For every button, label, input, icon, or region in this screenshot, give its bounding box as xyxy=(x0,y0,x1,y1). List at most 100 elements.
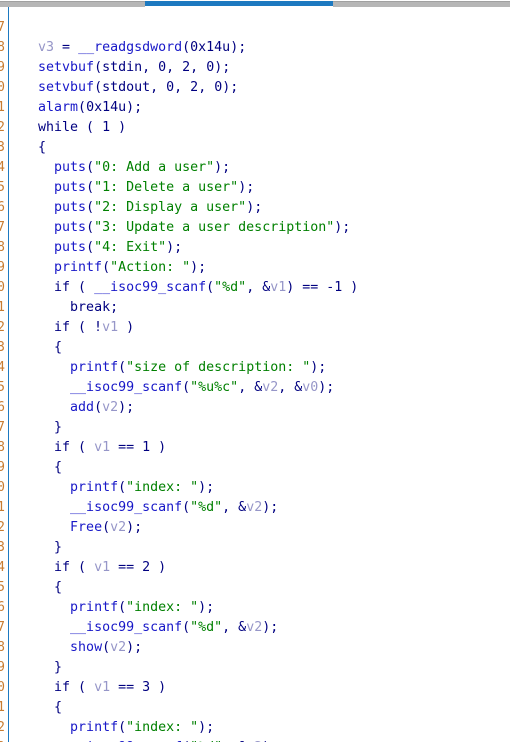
code-token-kw: { xyxy=(54,340,63,355)
code-token-kw: == xyxy=(110,680,143,695)
code-line[interactable]: setvbuf(stdout, 0, 2, 0); xyxy=(22,78,510,98)
code-line[interactable]: { xyxy=(22,138,510,158)
code-token-punc: , xyxy=(166,60,183,75)
code-token-punc: ); xyxy=(214,160,231,175)
code-token-punc: ); xyxy=(118,400,135,415)
code-token-fn: printf xyxy=(70,360,119,375)
code-token-str: "%d" xyxy=(190,500,223,515)
code-line[interactable] xyxy=(22,18,510,38)
code-scroll-region[interactable]: v3 = __readgsdword(0x14u); setvbuf(stdin… xyxy=(9,7,510,742)
decompiler-window: 2728293031323334353637383940414243444546… xyxy=(0,0,510,742)
code-line[interactable]: break; xyxy=(22,298,510,318)
code-line[interactable]: printf("index: "); xyxy=(22,478,510,498)
code-line[interactable]: show(v2); xyxy=(22,638,510,658)
horizontal-scrollbar[interactable] xyxy=(0,0,510,7)
code-token-str: "index: " xyxy=(126,480,199,495)
code-line[interactable]: { xyxy=(22,338,510,358)
code-line[interactable]: setvbuf(stdin, 0, 2, 0); xyxy=(22,58,510,78)
code-line[interactable]: printf("index: "); xyxy=(22,598,510,618)
code-token-var: v2 xyxy=(262,380,279,395)
code-token-punc: ); xyxy=(126,640,143,655)
code-token-var: v1 xyxy=(94,560,111,575)
line-number: 31 xyxy=(0,100,5,115)
code-token-kw: { xyxy=(54,700,63,715)
code-line[interactable]: if ( v1 == 1 ) xyxy=(22,438,510,458)
line-number: 35 xyxy=(0,180,5,195)
code-line[interactable]: } xyxy=(22,658,510,678)
code-token-num: 0 xyxy=(158,60,167,75)
code-line[interactable]: if ( v1 == 3 ) xyxy=(22,678,510,698)
code-line[interactable]: printf("size of description: "); xyxy=(22,358,510,378)
code-line[interactable]: __isoc99_scanf("%d", &v2); xyxy=(22,738,510,742)
line-number-gutter: 27 28 29 30 31 32 33 34 35 36 37 38 39 40 41 42 43 44 45 46… xyxy=(0,7,5,742)
code-line[interactable]: } xyxy=(22,418,510,438)
line-number: 51 xyxy=(0,500,5,515)
code-token-sp xyxy=(22,160,54,175)
code-token-fn: puts xyxy=(54,240,87,255)
code-token-sp xyxy=(22,560,54,575)
line-number: 63 xyxy=(0,738,5,742)
code-token-punc: , & xyxy=(246,280,271,295)
line-number: 45 xyxy=(0,380,5,395)
code-token-punc: , xyxy=(174,80,191,95)
code-token-num: 1 xyxy=(142,440,151,455)
line-number: 32 xyxy=(0,120,5,135)
code-line[interactable]: puts("4: Exit"); xyxy=(22,238,510,258)
code-token-num: 0 xyxy=(166,80,175,95)
code-token-sp xyxy=(22,360,70,375)
code-token-sp xyxy=(22,480,70,495)
code-token-sp xyxy=(22,200,54,215)
code-token-kw: { xyxy=(54,460,63,475)
code-line[interactable]: { xyxy=(22,698,510,718)
code-line[interactable]: __isoc99_scanf("%d", &v2); xyxy=(22,498,510,518)
code-token-punc: ( xyxy=(94,60,103,75)
code-line[interactable]: alarm(0x14u); xyxy=(22,98,510,118)
code-token-punc: , & xyxy=(222,620,247,635)
line-number: 53 xyxy=(0,540,5,555)
code-line[interactable]: while ( 1 ) xyxy=(22,118,510,138)
code-line[interactable]: add(v2); xyxy=(22,398,510,418)
code-token-kw: stdin xyxy=(102,60,143,75)
code-line[interactable]: puts("3: Update a user description"); xyxy=(22,218,510,238)
code-line[interactable]: if ( __isoc99_scanf("%d", &v1) == -1 ) xyxy=(22,278,510,298)
code-token-kw: } xyxy=(54,540,63,555)
code-line[interactable]: { xyxy=(22,578,510,598)
code-line[interactable]: printf("index: "); xyxy=(22,718,510,738)
code-line[interactable]: __isoc99_scanf("%d", &v2); xyxy=(22,618,510,638)
code-token-punc: ( xyxy=(118,480,127,495)
code-token-kw: break; xyxy=(70,300,119,315)
code-line[interactable]: puts("1: Delete a user"); xyxy=(22,178,510,198)
code-line[interactable]: puts("0: Add a user"); xyxy=(22,158,510,178)
pseudocode-text[interactable]: v3 = __readgsdword(0x14u); setvbuf(stdin… xyxy=(9,7,510,742)
code-token-sp xyxy=(22,140,38,155)
code-token-punc: ( xyxy=(102,260,111,275)
code-token-sp xyxy=(22,420,54,435)
code-line[interactable]: if ( !v1 ) xyxy=(22,318,510,338)
code-line[interactable]: Free(v2); xyxy=(22,518,510,538)
code-token-punc: ( xyxy=(94,400,103,415)
code-line[interactable]: v3 = __readgsdword(0x14u); xyxy=(22,38,510,58)
code-token-kw: } xyxy=(54,420,63,435)
code-token-num: 3 xyxy=(142,680,151,695)
line-number: 39 xyxy=(0,260,5,275)
code-token-num: 2 xyxy=(182,60,191,75)
code-token-sp xyxy=(22,600,70,615)
code-line[interactable]: printf("Action: "); xyxy=(22,258,510,278)
code-line[interactable]: } xyxy=(22,538,510,558)
scrollbar-thumb[interactable] xyxy=(145,1,333,6)
code-line[interactable]: { xyxy=(22,458,510,478)
line-number: 61 xyxy=(0,700,5,715)
pseudocode-editor[interactable]: 2728293031323334353637383940414243444546… xyxy=(0,7,510,742)
code-token-sp xyxy=(22,620,70,635)
code-token-var: v1 xyxy=(270,280,287,295)
line-number: 30 xyxy=(0,80,5,95)
code-token-sp xyxy=(22,440,54,455)
code-line[interactable]: if ( v1 == 2 ) xyxy=(22,558,510,578)
code-token-num: 2 xyxy=(190,80,199,95)
code-token-fn: __isoc99_scanf xyxy=(70,380,183,395)
line-number: 46 xyxy=(0,400,5,415)
code-token-str: "%d" xyxy=(214,280,247,295)
code-line[interactable]: puts("2: Display a user"); xyxy=(22,198,510,218)
code-line[interactable]: __isoc99_scanf("%u%c", &v2, &v0); xyxy=(22,378,510,398)
code-token-punc: ); xyxy=(230,40,247,55)
